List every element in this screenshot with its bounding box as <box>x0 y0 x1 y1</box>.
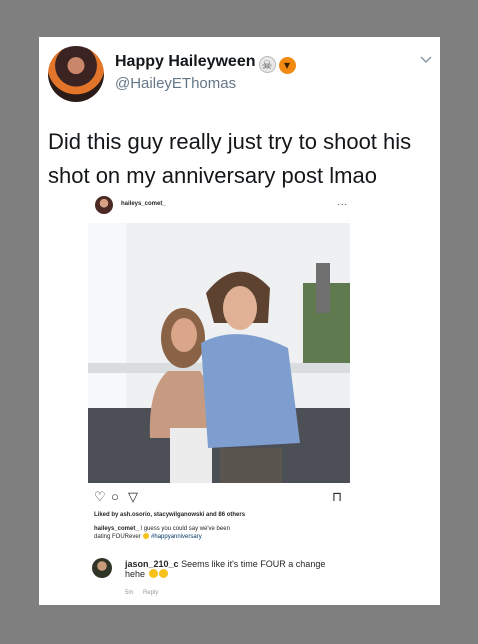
laughing-emoji-icon <box>148 569 158 578</box>
ig-likes: Liked by ash.osorio, stacywilganowski an… <box>94 512 246 518</box>
share-icon[interactable]: ▽ <box>128 490 138 504</box>
ig-comment: jason_210_c Seems like it's time FOUR a … <box>125 559 335 579</box>
ig-username: haileys_comet_ <box>121 201 166 207</box>
bookmark-icon[interactable]: ⊓ <box>332 490 342 504</box>
laughing-emoji-icon <box>158 569 168 578</box>
skull-emoji-icon: ☠ <box>258 56 276 73</box>
reply-link[interactable]: Reply <box>143 590 158 596</box>
comment-time: 5m <box>125 590 134 596</box>
avatar[interactable] <box>48 46 104 102</box>
heart-icon[interactable]: ♡ <box>94 490 106 504</box>
tweet-card: Happy Haileyween ☠ ▾ @HaileyEThomas Did th… <box>39 37 440 605</box>
ig-avatar <box>95 196 113 214</box>
display-name[interactable]: Happy Haileyween ☠ ▾ <box>115 53 296 74</box>
emoji-icon <box>143 533 150 539</box>
caption-username: haileys_comet_ <box>94 526 139 532</box>
comment-avatar <box>92 558 112 578</box>
user-handle[interactable]: @HaileyEThomas <box>115 75 236 92</box>
comment-username[interactable]: jason_210_c <box>125 559 179 569</box>
ig-action-bar: ♡ ○ ▽ ⊓ <box>94 490 344 504</box>
caption-hashtag[interactable]: #happyanniversary <box>151 534 202 540</box>
couple-photo <box>88 223 350 483</box>
comment-meta: 5m Reply <box>125 590 166 596</box>
comment-icon[interactable]: ○ <box>111 490 119 504</box>
ig-caption: haileys_comet_ I guess you could say we'… <box>94 526 244 541</box>
more-options-icon: ... <box>337 197 348 207</box>
display-name-text: Happy Haileyween <box>115 53 256 70</box>
chevron-down-icon[interactable] <box>420 55 432 65</box>
tweet-text: Did this guy really just try to shoot hi… <box>48 129 412 188</box>
instagram-screenshot: haileys_comet_ ... ♡ ○ ▽ ⊓ Liked by ash.… <box>88 193 350 603</box>
jack-o-lantern-emoji-icon: ▾ <box>278 57 296 74</box>
